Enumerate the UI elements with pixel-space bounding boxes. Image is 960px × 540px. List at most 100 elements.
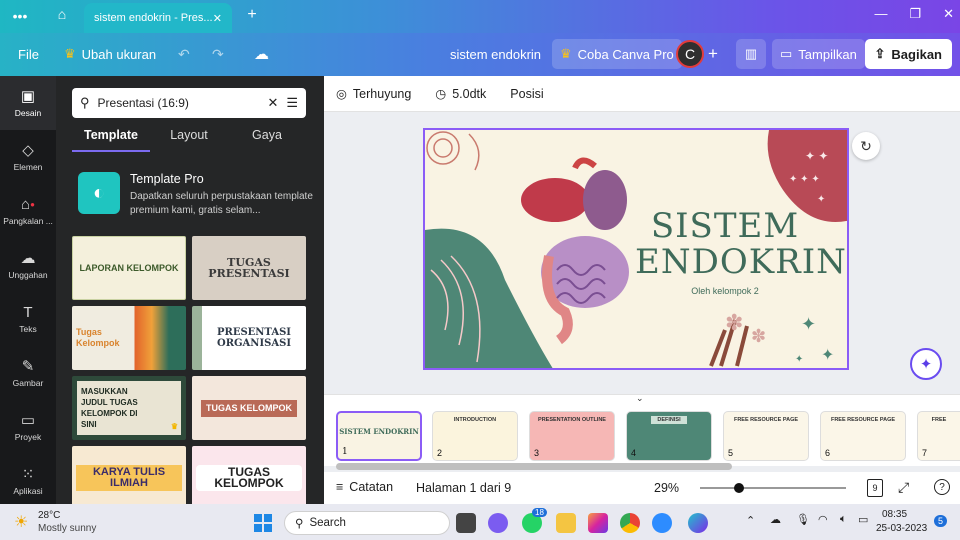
document-title[interactable]: sistem endokrin: [450, 47, 541, 62]
share-button[interactable]: ⇪ Bagikan: [864, 39, 952, 69]
zoom-slider[interactable]: [700, 483, 846, 493]
page-thumb[interactable]: DEFINISI 4: [626, 411, 712, 461]
search-input[interactable]: [97, 96, 260, 110]
file-menu[interactable]: File: [10, 39, 47, 69]
template-thumb[interactable]: KARYA TULIS ILMIAH: [72, 446, 186, 504]
redo-icon[interactable]: ↷: [212, 46, 224, 63]
taskbar-search[interactable]: ⚲ Search: [284, 511, 450, 535]
volume-icon[interactable]: 🔈︎: [840, 513, 847, 526]
canvas-workspace: ◎ Terhuyung ◷ 5.0dtk Posisi ✦ ✦ ✦ ✦ ✦ ✦: [324, 76, 960, 504]
position-button[interactable]: Posisi: [510, 87, 543, 101]
rail-item-elemen[interactable]: ◇ Elemen: [0, 130, 56, 184]
zoom-level[interactable]: 29%: [654, 481, 679, 495]
page-thumb[interactable]: FREE RESOURCE PAGE 6: [820, 411, 906, 461]
slide-subtitle[interactable]: Oleh kelompok 2: [635, 286, 815, 296]
clock-date[interactable]: 25-03-2023: [876, 523, 927, 534]
undo-icon[interactable]: ↶: [178, 46, 190, 63]
battery-icon[interactable]: ▭: [858, 513, 868, 526]
template-thumb[interactable]: TUGAS PRESENTASI: [192, 236, 306, 300]
cloud-icon[interactable]: ☁: [770, 513, 781, 526]
rail-item-teks[interactable]: T Teks: [0, 292, 56, 346]
editor-header: File ♛ Ubah ukuran ↶ ↷ ☁ sistem endokrin…: [0, 33, 960, 76]
new-tab-button[interactable]: +: [236, 6, 268, 24]
search-icon: ⚲: [80, 95, 90, 110]
browser-tab[interactable]: sistem endokrin - Pres... ✕: [84, 3, 232, 33]
template-thumb[interactable]: PRESENTASI ORGANISASI: [192, 306, 306, 370]
regenerate-icon[interactable]: ↻: [852, 132, 880, 160]
close-tab-icon[interactable]: ✕: [213, 12, 222, 25]
help-icon[interactable]: ?: [934, 479, 950, 495]
add-collaborator-icon[interactable]: +: [708, 44, 718, 64]
start-button[interactable]: [254, 514, 272, 532]
analytics-button[interactable]: ▥: [736, 39, 766, 69]
fullscreen-icon[interactable]: ⤢: [898, 479, 909, 496]
explorer-app-icon[interactable]: [456, 513, 476, 533]
magic-assistant-icon[interactable]: ✦: [910, 348, 942, 380]
chrome-icon[interactable]: [620, 513, 640, 533]
notification-badge[interactable]: 5: [934, 515, 948, 527]
notes-icon: ≡: [336, 480, 344, 494]
notes-button[interactable]: ≡ Catatan: [336, 480, 393, 494]
template-pro-promo[interactable]: ◐ Template Pro Dapatkan seluruh perpusta…: [78, 172, 314, 218]
template-thumb[interactable]: Tugas Kelompok: [72, 306, 186, 370]
restore-icon[interactable]: ❐: [909, 6, 921, 22]
present-button[interactable]: ▭ Tampilkan: [772, 39, 865, 69]
canva-app-icon[interactable]: [688, 513, 708, 533]
template-thumb[interactable]: LAPORAN KELOMPOK: [72, 236, 186, 300]
folder-app-icon[interactable]: [556, 513, 576, 533]
page-strip: ⌄ SISTEM ENDOKRIN 1 INTRODUCTION 2 PRESENT…: [324, 393, 960, 470]
slide-canvas[interactable]: ✦ ✦ ✦ ✦ ✦ ✦ ✽ ✽ ✦ ✦ ✦ SISTEM ENDOKRIN Ol…: [423, 128, 849, 370]
template-thumb[interactable]: TUGAS KELOMPOK: [192, 446, 306, 504]
zoom-slider-handle[interactable]: [734, 483, 744, 493]
slide-title[interactable]: SISTEM ENDOKRIN: [635, 208, 846, 280]
page-indicator[interactable]: Halaman 1 dari 9: [416, 481, 511, 495]
tab-gaya[interactable]: Gaya: [228, 128, 306, 152]
chevron-up-icon[interactable]: ⌃: [746, 514, 755, 527]
rail-item-pangkalan[interactable]: ⌂● Pangkalan ...: [0, 184, 56, 238]
rail-label: Unggahan: [8, 269, 48, 280]
resize-button[interactable]: ♛ Ubah ukuran: [56, 39, 164, 69]
rail-item-unggahan[interactable]: ☁ Unggahan: [0, 238, 56, 292]
mic-icon[interactable]: 🎙︎: [796, 513, 810, 526]
thumb-title: TUGAS KELOMPOK: [200, 399, 297, 417]
rail-item-desain[interactable]: ▣ Desain: [0, 76, 56, 130]
page-thumb[interactable]: INTRODUCTION 2: [432, 411, 518, 461]
draw-icon: ✎: [21, 357, 35, 375]
minimize-icon[interactable]: —: [874, 6, 887, 22]
home-icon[interactable]: ⌂: [46, 6, 78, 22]
svg-text:✽: ✽: [725, 310, 743, 335]
animation-button[interactable]: ◎ Terhuyung: [336, 86, 411, 102]
template-thumb[interactable]: MASUKKAN JUDUL TUGAS KELOMPOK DI SINI ♛: [72, 376, 186, 440]
chevron-down-icon[interactable]: ⌄: [636, 393, 644, 404]
try-pro-button[interactable]: ♛ Coba Canva Pro: [552, 39, 682, 69]
instagram-icon[interactable]: [588, 513, 608, 533]
rail-item-gambar[interactable]: ✎ Gambar: [0, 346, 56, 400]
rail-item-aplikasi[interactable]: ⁙ Aplikasi: [0, 454, 56, 508]
page-thumb[interactable]: FREE 7: [917, 411, 960, 461]
tab-layout[interactable]: Layout: [150, 128, 228, 152]
clear-search-icon[interactable]: ✕: [267, 95, 278, 111]
tab-template[interactable]: Template: [72, 128, 150, 152]
template-search: ⚲ ✕ ☰: [72, 88, 306, 118]
avatar[interactable]: C: [676, 40, 704, 68]
horizontal-scrollbar[interactable]: [336, 463, 732, 470]
apps-icon: ⁙: [21, 465, 35, 483]
page-thumb[interactable]: FREE RESOURCE PAGE 5: [723, 411, 809, 461]
page-thumb[interactable]: PRESENTATION OUTLINE 3: [529, 411, 615, 461]
clock-time[interactable]: 08:35: [882, 509, 907, 520]
page-count-button[interactable]: 9: [867, 479, 883, 497]
present-icon: ▭: [780, 46, 793, 61]
zoom-app-icon[interactable]: [652, 513, 672, 533]
svg-text:✦: ✦: [795, 354, 803, 365]
text-icon: T: [23, 303, 33, 321]
template-thumb[interactable]: TUGAS KELOMPOK: [192, 376, 306, 440]
browser-menu-icon[interactable]: •••: [4, 8, 36, 24]
page-thumb[interactable]: SISTEM ENDOKRIN 1: [336, 411, 422, 461]
cloud-save-icon[interactable]: ☁: [254, 45, 269, 63]
close-window-icon[interactable]: ✕: [943, 6, 954, 22]
meet-app-icon[interactable]: [488, 513, 508, 533]
duration-button[interactable]: ◷ 5.0dtk: [435, 86, 486, 102]
filter-icon[interactable]: ☰: [286, 95, 298, 111]
rail-item-proyek[interactable]: ▭ Proyek: [0, 400, 56, 454]
wifi-icon[interactable]: ◠: [818, 513, 828, 526]
